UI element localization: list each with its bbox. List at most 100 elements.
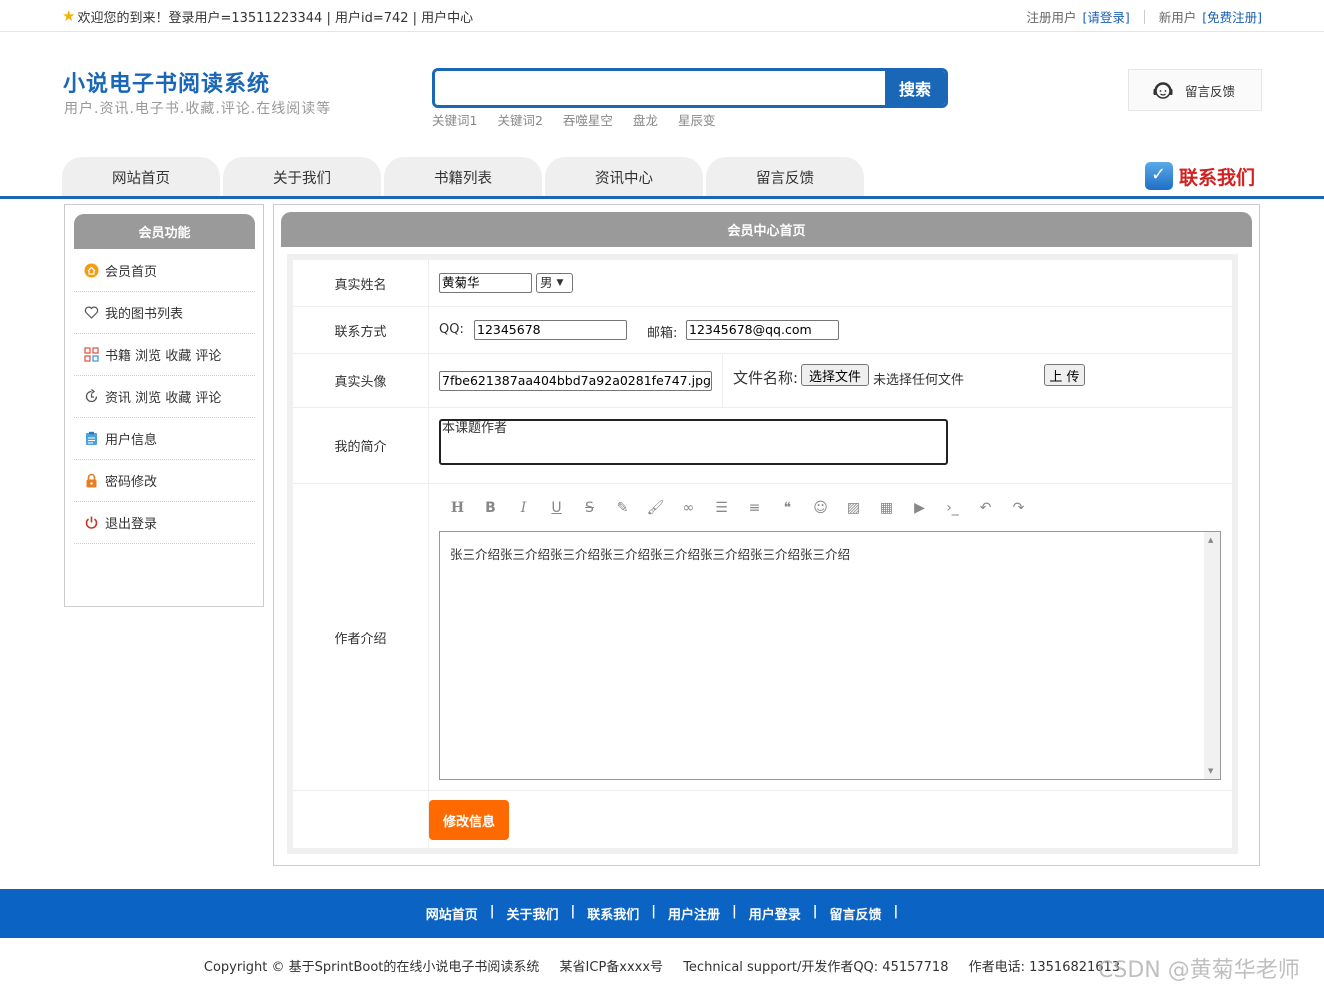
- submit-button[interactable]: 修改信息: [429, 800, 509, 840]
- site-title[interactable]: 小说电子书阅读系统: [63, 66, 270, 98]
- sidebar-item-logout[interactable]: 退出登录: [74, 502, 255, 544]
- keyword-link[interactable]: 盘龙: [633, 110, 658, 129]
- name-input[interactable]: 黄菊华: [439, 273, 532, 293]
- redo-icon[interactable]: ↷: [1002, 500, 1035, 516]
- italic-icon[interactable]: I: [507, 500, 540, 516]
- scroll-up-icon[interactable]: ▲: [1208, 536, 1213, 544]
- footer-link-register[interactable]: 用户注册: [662, 904, 726, 923]
- registered-user-label: 注册用户: [1026, 10, 1077, 25]
- sidebar-item-home[interactable]: 会员首页: [74, 250, 255, 292]
- divider: [722, 354, 723, 408]
- footer-divider: |: [893, 904, 899, 919]
- bold-icon[interactable]: B: [474, 500, 507, 516]
- pen-icon[interactable]: ✎: [606, 500, 639, 516]
- feedback-button[interactable]: 留言反馈: [1128, 69, 1262, 111]
- contact-icon: [1145, 162, 1173, 190]
- site-subtitle: 用户.资讯.电子书.收藏.评论.在线阅读等: [64, 101, 332, 117]
- watermark: CSDN @黄菊华老师: [1098, 958, 1300, 983]
- choose-file-button[interactable]: 选择文件: [801, 364, 869, 386]
- keyword-link[interactable]: 关键词2: [497, 110, 542, 129]
- nav-tab-about[interactable]: 关于我们: [223, 157, 381, 197]
- form-row-author-intro: 作者介绍 H B I U S ✎ 🖌 ∞ ☰ ≡ ❝ ☺ ▨ ▦ ▶ ›_ ↶ …: [293, 484, 1232, 791]
- avatar-value-cell: 7fbe621387aa404bbd7a92a0281fe747.jpg 文件名…: [429, 354, 1232, 408]
- heading-icon[interactable]: H: [441, 500, 474, 516]
- sidebar-item-password[interactable]: 密码修改: [74, 460, 255, 502]
- search-input[interactable]: [435, 71, 887, 105]
- avatar-path-input[interactable]: 7fbe621387aa404bbd7a92a0281fe747.jpg: [439, 371, 712, 391]
- member-form: 真实姓名 黄菊华 男 ▼ 联系方式 QQ: 12345678 邮箱: 12345…: [293, 260, 1232, 848]
- welcome-text[interactable]: 欢迎您的到来！登录用户=13511223344 | 用户id=742 | 用户中…: [77, 7, 473, 26]
- divider: [1143, 9, 1145, 24]
- footer-link-about[interactable]: 关于我们: [500, 904, 564, 923]
- sidebar-item-news-browse[interactable]: 资讯 浏览 收藏 评论: [74, 376, 255, 418]
- keyword-link[interactable]: 关键词1: [432, 110, 477, 129]
- video-icon[interactable]: ▶: [903, 500, 936, 516]
- sidebar-item-label: 书籍 浏览 收藏 评论: [105, 349, 222, 364]
- undo-icon[interactable]: ↶: [969, 500, 1002, 516]
- new-user-label: 新用户: [1158, 10, 1197, 25]
- footer-link-login[interactable]: 用户登录: [743, 904, 807, 923]
- form-row-intro: 我的简介 本课题作者: [293, 408, 1232, 484]
- keyword-link[interactable]: 星辰变: [678, 110, 716, 129]
- table-icon[interactable]: ▦: [870, 500, 903, 516]
- qq-input[interactable]: 12345678: [474, 320, 627, 340]
- intro-value-cell: 本课题作者: [429, 408, 1232, 483]
- file-name-label: 文件名称:: [733, 369, 799, 387]
- empty-label: [293, 791, 429, 848]
- upload-button[interactable]: 上 传: [1044, 364, 1085, 386]
- lock-icon: [84, 473, 99, 488]
- footer-divider: |: [651, 904, 656, 919]
- footer-divider: |: [489, 904, 495, 919]
- nav-tab-home[interactable]: 网站首页: [62, 157, 220, 197]
- author-intro-value-cell: H B I U S ✎ 🖌 ∞ ☰ ≡ ❝ ☺ ▨ ▦ ▶ ›_ ↶ ↷ 张三介…: [429, 484, 1232, 790]
- editor-content[interactable]: 张三介绍张三介绍张三介绍张三介绍张三介绍张三介绍张三介绍张三介绍: [450, 544, 850, 563]
- contact-label: 联系方式: [293, 307, 429, 353]
- search-button[interactable]: 搜索: [885, 71, 945, 105]
- code-icon[interactable]: ›_: [936, 500, 969, 516]
- clipboard-icon: [84, 431, 99, 446]
- footer-link-feedback[interactable]: 留言反馈: [824, 904, 888, 923]
- sidebar-list: 会员首页 我的图书列表 书籍 浏览 收藏 评论 资讯 浏览 收藏 评论 用户信息…: [74, 250, 255, 544]
- icp-text: 某省ICP备xxxx号: [559, 960, 664, 975]
- sidebar-item-label: 用户信息: [105, 433, 158, 448]
- align-icon[interactable]: ≡: [738, 500, 771, 516]
- author-intro-editor[interactable]: 张三介绍张三介绍张三介绍张三介绍张三介绍张三介绍张三介绍张三介绍 ▲ ▼: [439, 531, 1221, 780]
- form-row-name: 真实姓名 黄菊华 男 ▼: [293, 260, 1232, 307]
- member-sidebar: 会员功能 会员首页 我的图书列表 书籍 浏览 收藏 评论 资讯 浏览 收藏 评论…: [64, 204, 264, 607]
- auth-links: 注册用户 [请登录] 新用户 [免费注册]: [1026, 7, 1262, 26]
- intro-label: 我的简介: [293, 408, 429, 483]
- image-icon[interactable]: ▨: [837, 500, 870, 516]
- sidebar-item-book-browse[interactable]: 书籍 浏览 收藏 评论: [74, 334, 255, 376]
- sidebar-item-label: 退出登录: [105, 517, 158, 532]
- emoji-icon[interactable]: ☺: [804, 500, 837, 516]
- gender-select[interactable]: 男 ▼: [536, 273, 573, 293]
- nav-tab-feedback[interactable]: 留言反馈: [706, 157, 864, 197]
- contact-label: 联系我们: [1179, 166, 1256, 189]
- link-icon[interactable]: ∞: [672, 500, 705, 516]
- main-nav: 网站首页 关于我们 书籍列表 资讯中心 留言反馈: [62, 157, 864, 197]
- underline-icon[interactable]: U: [540, 500, 573, 516]
- login-link[interactable]: [请登录]: [1082, 7, 1129, 26]
- contact-us-link[interactable]: 联系我们: [1145, 162, 1255, 190]
- sidebar-title: 会员功能: [74, 214, 255, 249]
- welcome-area: ★ 欢迎您的到来！登录用户=13511223344 | 用户id=742 | 用…: [62, 7, 473, 27]
- keyword-link[interactable]: 吞噬星空: [563, 110, 613, 129]
- brush-icon[interactable]: 🖌: [639, 500, 672, 516]
- intro-textarea[interactable]: 本课题作者: [439, 419, 948, 465]
- sidebar-item-my-books[interactable]: 我的图书列表: [74, 292, 255, 334]
- nav-tab-books[interactable]: 书籍列表: [384, 157, 542, 197]
- sidebar-item-user-info[interactable]: 用户信息: [74, 418, 255, 460]
- strikethrough-icon[interactable]: S: [573, 500, 606, 516]
- list-icon[interactable]: ☰: [705, 500, 738, 516]
- email-input[interactable]: 12345678@qq.com: [686, 320, 839, 340]
- register-link[interactable]: [免费注册]: [1202, 7, 1262, 26]
- footer-link-home[interactable]: 网站首页: [420, 904, 484, 923]
- editor-scrollbar[interactable]: ▲ ▼: [1204, 532, 1220, 779]
- headset-icon: [1153, 82, 1173, 99]
- quote-icon[interactable]: ❝: [771, 500, 804, 516]
- submit-cell: 修改信息: [429, 791, 1232, 848]
- scroll-down-icon[interactable]: ▼: [1208, 767, 1213, 775]
- name-label: 真实姓名: [293, 260, 429, 306]
- footer-link-contact[interactable]: 联系我们: [581, 904, 645, 923]
- nav-tab-news[interactable]: 资讯中心: [545, 157, 703, 197]
